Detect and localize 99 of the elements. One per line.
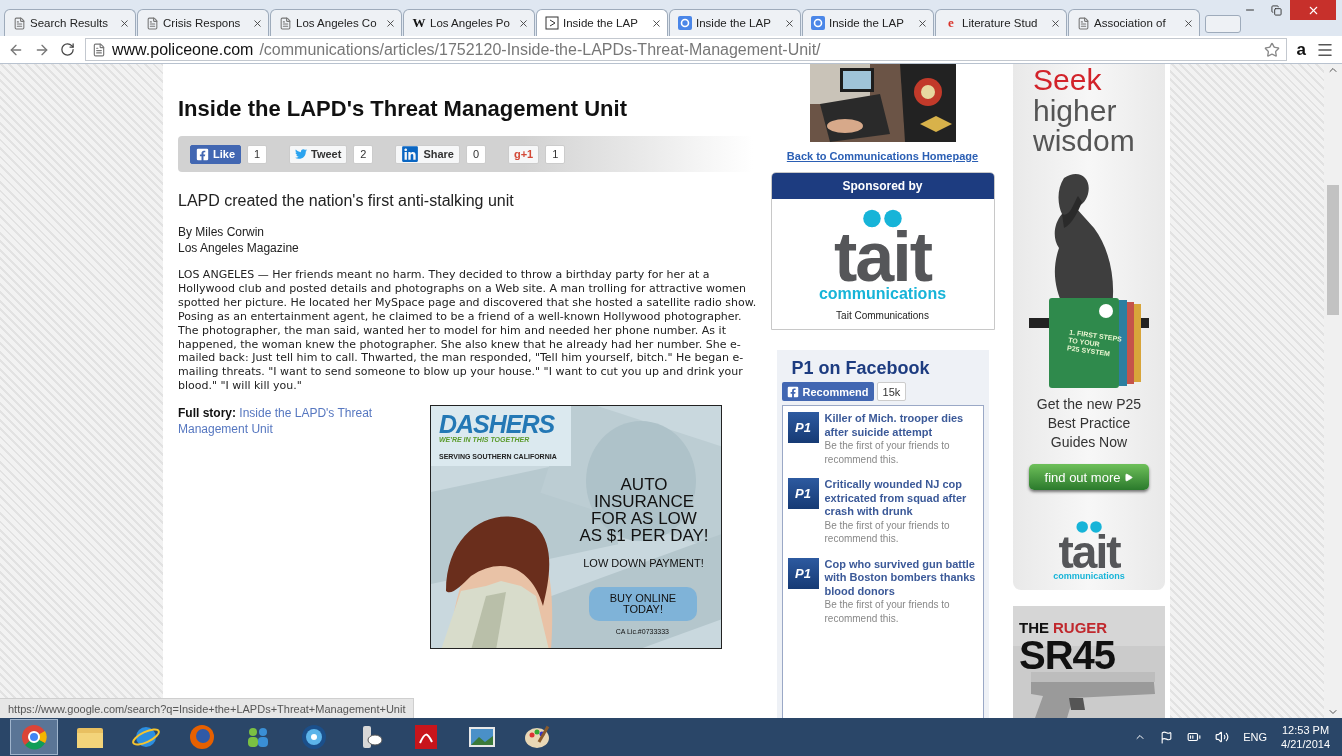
browser-tab[interactable]: Search Results bbox=[4, 9, 136, 36]
logo-word: tait bbox=[1058, 533, 1120, 571]
scroll-thumb[interactable] bbox=[1327, 185, 1339, 315]
extension-button[interactable]: a bbox=[1296, 39, 1306, 60]
page-icon bbox=[1077, 16, 1090, 30]
article-title: Inside the LAPD's Threat Management Unit bbox=[178, 96, 628, 122]
close-icon[interactable] bbox=[385, 17, 396, 29]
story-note: Be the first of your friends to recommend this. bbox=[824, 518, 951, 546]
tab-glyph: e bbox=[947, 16, 955, 30]
restore-icon bbox=[1271, 4, 1282, 16]
ad-offer: LOW DOWN PAYMENT! bbox=[582, 557, 705, 570]
story-link[interactable]: Cop who survived gun battle with Boston bombers thanks blood donors bbox=[824, 557, 978, 598]
facebook-icon bbox=[786, 385, 799, 398]
ad-word: THE bbox=[1019, 620, 1049, 636]
browser-tab[interactable]: W Los Angeles Po bbox=[403, 9, 535, 36]
recommend-button[interactable]: Recommend bbox=[781, 382, 874, 401]
speaker-icon[interactable] bbox=[1215, 730, 1230, 744]
document-icon bbox=[413, 724, 439, 750]
ring-icon bbox=[21, 724, 47, 750]
browser-tab[interactable]: Inside the LAP bbox=[802, 9, 934, 36]
browser-tab[interactable]: Association of bbox=[1068, 9, 1200, 36]
star-icon[interactable] bbox=[1263, 41, 1280, 58]
flag-icon[interactable] bbox=[1160, 730, 1174, 744]
linkedin-icon bbox=[401, 145, 420, 163]
share-count: 1 bbox=[247, 144, 267, 164]
language-indicator[interactable]: ENG bbox=[1243, 731, 1268, 743]
facebook-icon bbox=[196, 147, 209, 161]
close-icon[interactable] bbox=[1050, 17, 1061, 29]
page-icon bbox=[13, 16, 26, 30]
close-icon[interactable] bbox=[917, 17, 928, 29]
reload-button[interactable] bbox=[60, 42, 75, 57]
article-body: LOS ANGELES — Her friends meant no harm. They decided to throw a birthday party for her at a Hollywood club and posted details and photographs on a Web site. A man trolling for attractive women spotted her picture. He located her MySpace page and discovered that she hosted a satellite radio show. Posing as an entertainment agent, he claimed to be a friend of a well-known Hollywood photographer. The photographer, the man said, wanted her to model for him and needed her phone number. As it happened, the woman knew the photographer. She also knew that he already had her number. She e-mailed back: Just tell him to call. Thwarted, the man responded, "Tell him yourself, bitch." He began e-mailing threats. "I want to send someone to blow up your house." "I want to cut you up and drink your blood." "I will kill you." bbox=[178, 268, 758, 394]
share-count: 0 bbox=[465, 144, 486, 164]
taskbar-app[interactable] bbox=[10, 719, 58, 755]
ring-tile-icon bbox=[678, 16, 692, 30]
ring-tile-icon bbox=[811, 16, 825, 30]
clock[interactable]: 12:53 PM 4/21/2014 bbox=[1281, 723, 1330, 751]
story-link[interactable]: Critically wounded NJ cop extricated from squad after crash with drunk bbox=[824, 478, 978, 519]
close-icon[interactable] bbox=[651, 17, 662, 29]
page-icon bbox=[92, 42, 106, 57]
play-box-icon bbox=[545, 16, 559, 30]
ad-brand: DASHERS bbox=[439, 412, 553, 437]
share-count: 2 bbox=[353, 144, 374, 164]
byline: Los Angeles Magazine bbox=[178, 240, 300, 256]
disc-icon bbox=[301, 724, 327, 750]
story-link[interactable]: Killer of Mich. trooper dies after suicide attempt bbox=[824, 412, 978, 439]
gun-ad[interactable]: THE RUGER SR45 bbox=[1013, 606, 1165, 718]
share-count: 1 bbox=[545, 144, 566, 164]
logo-badge: P1 bbox=[787, 557, 819, 589]
address-bar[interactable]: www.policeone.com /communications/articles/1752120-Inside-the-LAPDs-Threat-Management-Unit/ bbox=[85, 38, 1287, 61]
logo-badge: P1 bbox=[787, 412, 819, 443]
story-note: Be the first of your friends to recommend this. bbox=[824, 598, 951, 625]
ad-accent: Seek bbox=[1033, 64, 1102, 96]
image-icon bbox=[468, 725, 496, 749]
logo-word: tait bbox=[834, 228, 931, 285]
logo-badge: P1 bbox=[787, 478, 819, 509]
bird-icon bbox=[295, 148, 307, 160]
browser-tab[interactable]: Los Angeles Co bbox=[270, 9, 402, 36]
recommend-count: 15k bbox=[876, 382, 907, 401]
close-icon[interactable] bbox=[119, 17, 130, 29]
ad-copy: Get the new P25 Best Practice Guides Now bbox=[1036, 395, 1142, 452]
palette-icon bbox=[524, 724, 552, 750]
story-note: Be the first of your friends to recommend this. bbox=[824, 439, 951, 466]
share-button[interactable]: g+1 bbox=[507, 144, 540, 164]
share-button[interactable]: Like bbox=[190, 144, 241, 164]
page-icon bbox=[279, 16, 292, 30]
back-link[interactable]: Back to Communications Homepage bbox=[786, 150, 979, 162]
logo-subtitle: communications bbox=[1053, 570, 1125, 581]
browser-tab[interactable]: e Literature Stud bbox=[935, 9, 1067, 36]
scrollbar[interactable] bbox=[1324, 64, 1342, 718]
article-subtitle: LAPD created the nation's first anti-stalking unit bbox=[178, 192, 515, 210]
full-story-text[interactable]: Full story: Inside the LAPD's Threat Management Unit bbox=[178, 405, 408, 650]
page-icon bbox=[146, 16, 159, 30]
buy-online-button[interactable]: BUY ONLINE TODAY! bbox=[589, 587, 697, 622]
tab-glyph: W bbox=[412, 16, 426, 30]
browser-tab[interactable]: Crisis Respons bbox=[137, 9, 269, 36]
share-button[interactable]: Tweet bbox=[289, 144, 348, 164]
close-icon[interactable] bbox=[252, 17, 263, 29]
status-url: https://www.google.com/search?q=Inside+the+LAPDs+Threat+Management+Unit bbox=[0, 698, 415, 718]
play-icon bbox=[1124, 472, 1134, 482]
logo-subtitle: communications bbox=[818, 284, 947, 302]
ad-headline: higher bbox=[1033, 96, 1117, 126]
ad-headline: AUTO INSURANCE FOR AS LOW AS $1 PER DAY! bbox=[579, 476, 709, 545]
ad-brand: RUGER bbox=[1053, 620, 1108, 636]
find-out-more-button[interactable]: find out more bbox=[1029, 464, 1149, 490]
ad-model: SR45 bbox=[1019, 636, 1116, 674]
folder-icon bbox=[76, 725, 104, 749]
facebook-title: P1 on Facebook bbox=[790, 358, 931, 379]
battery-icon[interactable] bbox=[1187, 730, 1202, 744]
byline: By Miles Corwin bbox=[178, 224, 265, 240]
sponsor-caption: Tait Communications bbox=[836, 309, 929, 321]
sponsor-heading: Sponsored by bbox=[771, 173, 994, 199]
share-button[interactable]: Share bbox=[395, 144, 460, 164]
browser-tab[interactable]: Inside the LAP bbox=[536, 9, 668, 36]
browser-tab[interactable]: Inside the LAP bbox=[669, 9, 801, 36]
close-icon[interactable] bbox=[1183, 17, 1194, 29]
close-icon[interactable] bbox=[784, 17, 795, 29]
close-icon[interactable] bbox=[518, 17, 529, 29]
ad-headline: wisdom bbox=[1033, 126, 1135, 156]
